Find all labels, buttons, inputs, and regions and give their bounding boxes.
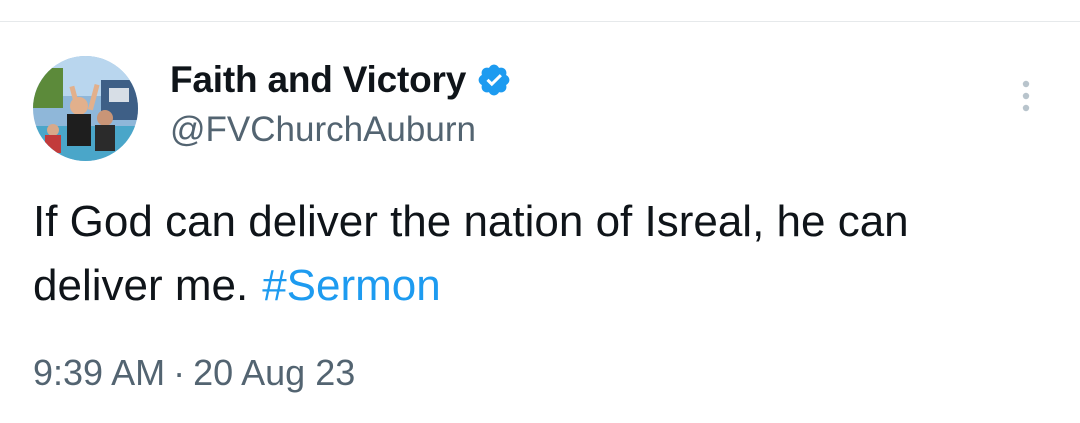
verified-badge-icon: [476, 62, 512, 98]
tweet-card[interactable]: Faith and Victory @FVChurchAuburn If God…: [0, 22, 1080, 423]
meta-separator: ·: [173, 352, 186, 393]
tweet-text: If God can deliver the nation of Isreal,…: [33, 190, 1043, 318]
tweet-time: 9:39 AM: [33, 352, 166, 393]
display-name[interactable]: Faith and Victory: [170, 59, 466, 101]
profile-photo-icon: [33, 56, 138, 161]
tweet-body: If God can deliver the nation of Isreal,…: [33, 197, 909, 310]
tweet-date: 20 Aug 23: [193, 352, 356, 393]
name-row: Faith and Victory: [170, 58, 512, 102]
more-options-icon[interactable]: [1006, 76, 1046, 116]
user-handle[interactable]: @FVChurchAuburn: [170, 110, 476, 150]
avatar[interactable]: [33, 56, 138, 161]
tweet-timestamp[interactable]: 9:39 AM · 20 Aug 23: [33, 352, 355, 394]
hashtag-link[interactable]: #Sermon: [262, 261, 441, 310]
